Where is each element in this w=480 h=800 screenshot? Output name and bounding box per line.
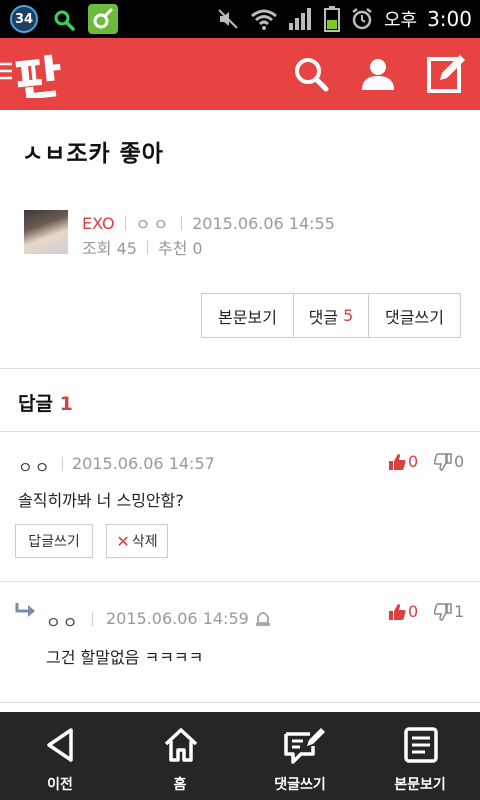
dislike-button[interactable]: 0 xyxy=(434,452,464,471)
search-notification-icon xyxy=(54,10,75,31)
bottom-navigation: 이전 홈 댓글쓰기 본문보기 xyxy=(0,712,480,800)
comment-text: 그건 할말없음 ㅋㅋㅋㅋ xyxy=(46,648,204,667)
divider xyxy=(0,431,480,432)
comments-count: 5 xyxy=(343,306,354,325)
app-header xyxy=(0,38,480,110)
pann-logo-icon[interactable] xyxy=(0,52,70,98)
comment-author: ㅇㅇ xyxy=(18,458,52,477)
write-post-icon[interactable] xyxy=(426,54,466,94)
like-count: 0 xyxy=(408,452,419,471)
replies-header: 답글 1 xyxy=(18,389,73,416)
nav-back-label: 이전 xyxy=(47,777,73,793)
post-action-buttons: 본문보기 댓글 5 댓글쓰기 xyxy=(201,293,461,338)
dislike-count: 0 xyxy=(454,452,465,471)
app-notification-icon xyxy=(88,4,118,34)
post-author[interactable]: EXO xyxy=(82,214,115,233)
replies-label: 답글 xyxy=(18,393,53,415)
post-meta-line: EXO ㅇㅇ 2015.06.06 14:55 xyxy=(82,211,335,235)
back-icon xyxy=(47,728,73,762)
thumbs-up-icon xyxy=(389,603,406,620)
avatar[interactable] xyxy=(24,210,68,254)
view-body-button[interactable]: 본문보기 xyxy=(202,294,294,337)
user-icon[interactable] xyxy=(358,54,398,94)
dislike-button[interactable]: 1 xyxy=(434,602,464,621)
nav-home[interactable]: 홈 xyxy=(120,712,240,800)
comment-author: ㅇㅇ xyxy=(46,613,80,632)
battery-icon xyxy=(323,6,340,32)
wifi-icon xyxy=(250,9,277,30)
divider xyxy=(0,702,480,703)
clock: 3:00 xyxy=(427,7,472,31)
meta-divider xyxy=(181,216,183,230)
comment-text: 솔직히까봐 너 스밍안함? xyxy=(18,491,184,510)
comment-datetime: 2015.06.06 14:57 xyxy=(72,454,215,473)
meta-divider xyxy=(124,216,126,230)
document-icon xyxy=(404,727,438,763)
replies-count: 1 xyxy=(59,393,73,415)
nav-write-comment-label: 댓글쓰기 xyxy=(274,777,326,793)
like-count: 0 xyxy=(408,602,419,621)
comments-label: 댓글 xyxy=(308,307,339,327)
thumbs-up-icon xyxy=(389,453,406,470)
status-bar: 34 오후 3:00 xyxy=(0,0,480,38)
nav-home-label: 홈 xyxy=(173,777,187,793)
like-button[interactable]: 0 xyxy=(388,452,418,471)
nav-view-body-label: 본문보기 xyxy=(394,777,446,793)
comment-datetime: 2015.06.06 14:59 xyxy=(106,609,249,628)
report-siren-icon[interactable] xyxy=(254,609,272,627)
mute-icon xyxy=(218,9,238,29)
search-icon[interactable] xyxy=(291,54,331,94)
post-title: ㅅㅂ조카 좋아 xyxy=(22,141,164,167)
ampm-label: 오후 xyxy=(383,10,418,31)
reply-arrow-icon xyxy=(15,603,35,617)
alarm-icon xyxy=(352,8,372,30)
home-icon xyxy=(164,728,198,762)
notification-count-badge: 34 xyxy=(10,5,38,33)
divider xyxy=(0,581,480,582)
nav-view-body[interactable]: 본문보기 xyxy=(360,712,480,800)
meta-divider xyxy=(92,612,93,626)
dislike-count: 1 xyxy=(454,602,465,621)
comment-write-icon xyxy=(284,728,325,764)
delete-label: 삭제 xyxy=(131,534,158,550)
thumbs-down-icon xyxy=(434,602,452,621)
post-datetime: 2015.06.06 14:55 xyxy=(192,213,335,233)
meta-divider xyxy=(146,240,148,254)
write-comment-button[interactable]: 댓글쓰기 xyxy=(369,294,460,337)
meta-divider xyxy=(62,457,63,471)
nav-back[interactable]: 이전 xyxy=(0,712,120,800)
close-icon: ✕ xyxy=(116,531,130,551)
comments-button[interactable]: 댓글 5 xyxy=(294,294,369,337)
like-button[interactable]: 0 xyxy=(388,602,418,621)
reply-button[interactable]: 답글쓰기 xyxy=(15,524,93,558)
post-views: 조회 45 xyxy=(82,239,137,258)
post-recommends: 추천 0 xyxy=(157,239,203,258)
nav-write-comment[interactable]: 댓글쓰기 xyxy=(240,712,360,800)
delete-button[interactable]: ✕ 삭제 xyxy=(106,524,168,558)
divider xyxy=(0,368,480,369)
post-nickname: ㅇㅇ xyxy=(135,215,172,234)
thumbs-down-icon xyxy=(434,452,452,471)
signal-icon xyxy=(288,8,311,30)
post-stats: 조회 45 추천 0 xyxy=(82,235,203,259)
